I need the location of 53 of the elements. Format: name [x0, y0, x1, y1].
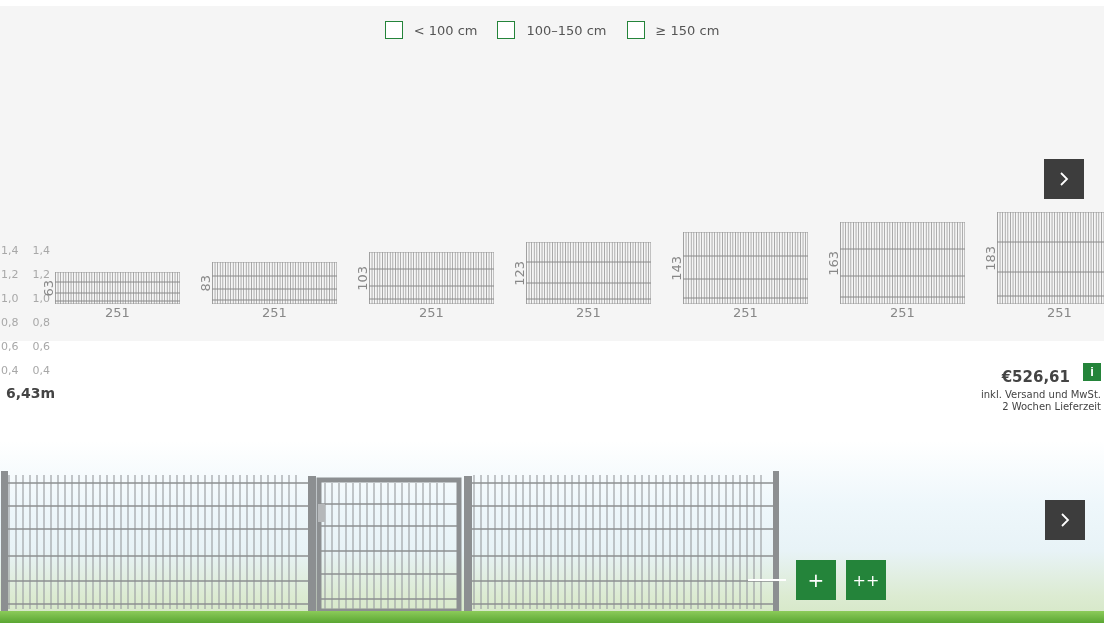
connector-line — [748, 579, 786, 581]
panel-width-label: 251 — [732, 305, 759, 320]
panel-height-label: 63 — [42, 279, 55, 297]
fence-panel[interactable] — [369, 252, 494, 304]
info-button[interactable]: i — [1083, 363, 1101, 381]
delivery-time: 2 Wochen Lieferzeit — [1002, 401, 1101, 413]
panel-width-label: 251 — [889, 305, 916, 320]
price-note: inkl. Versand und MwSt. — [980, 389, 1101, 401]
panel-width-label: 251 — [104, 305, 131, 320]
scale-label: 0,6 — [32, 339, 50, 354]
scale-label: 1,2 — [1, 267, 19, 282]
size-filter[interactable]: < 100 cm — [384, 21, 478, 39]
panel-height-label: 103 — [356, 265, 369, 291]
add-button[interactable]: + — [796, 560, 836, 600]
fence-panel[interactable] — [840, 222, 965, 304]
filter-label: ≥ 150 cm — [655, 22, 720, 38]
panel-width-label: 251 — [575, 305, 602, 320]
filter-label: 100–150 cm — [526, 22, 607, 38]
size-filter[interactable]: 100–150 cm — [497, 21, 607, 39]
scale-label: 0,4 — [1, 363, 19, 378]
next-button[interactable] — [1045, 500, 1085, 540]
scale-label: 0,8 — [32, 315, 50, 330]
panel-height-label: 83 — [199, 274, 212, 292]
checkbox[interactable] — [626, 21, 645, 39]
checkbox[interactable] — [497, 21, 516, 39]
filter-label: < 100 cm — [413, 22, 478, 38]
scale-label: 1,4 — [32, 243, 50, 258]
total-length: 6,43m — [6, 385, 56, 401]
scale-label: 0,8 — [1, 315, 19, 330]
panel-height-label: 183 — [984, 245, 997, 271]
fence-panel[interactable] — [997, 212, 1104, 304]
scale-label: 0,4 — [32, 363, 50, 378]
scale-label: 1,2 — [32, 267, 50, 281]
price: €526,61 — [1001, 368, 1070, 386]
checkbox[interactable] — [384, 21, 403, 39]
scale-label: 1,0 — [1, 291, 19, 306]
panel-height-label: 143 — [670, 255, 683, 281]
scale-label: 0,6 — [1, 339, 19, 354]
next-button[interactable] — [1044, 159, 1084, 199]
panel-height-label: 123 — [513, 260, 526, 286]
fence-panel[interactable] — [55, 272, 180, 304]
scale-label: 1,4 — [1, 243, 19, 258]
panel-height-label: 163 — [827, 250, 840, 276]
add-button[interactable]: ++ — [846, 560, 886, 600]
panel-width-label: 251 — [1046, 305, 1073, 320]
panel-width-label: 251 — [418, 305, 445, 320]
fence-panel[interactable] — [212, 262, 337, 304]
chevron-right-icon — [1060, 513, 1070, 527]
fence-panel[interactable] — [683, 232, 808, 304]
size-filter[interactable]: ≥ 150 cm — [626, 21, 720, 39]
chevron-right-icon — [1059, 172, 1069, 186]
panel-width-label: 251 — [261, 305, 288, 320]
fence-panel[interactable] — [526, 242, 651, 304]
